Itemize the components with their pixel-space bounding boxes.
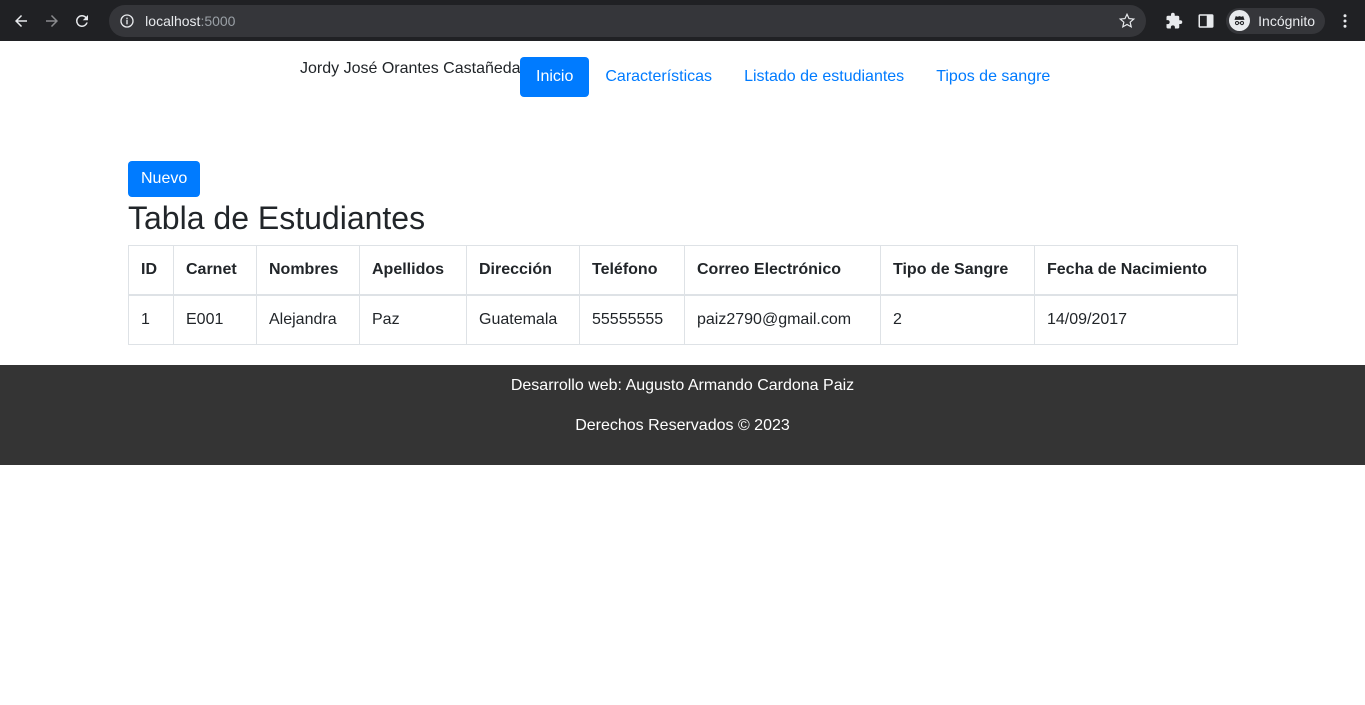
column-header-nombres: Nombres — [256, 245, 360, 296]
students-table: ID Carnet Nombres Apellidos Dirección Te… — [128, 245, 1238, 345]
column-header-telefono: Teléfono — [579, 245, 685, 296]
arrow-right-icon — [45, 14, 58, 27]
column-header-carnet: Carnet — [173, 245, 257, 296]
table-row[interactable]: 1 E001 Alejandra Paz Guatemala 55555555 … — [128, 294, 1238, 345]
main-nav: Inicio Características Listado de estudi… — [520, 57, 1066, 97]
extensions-button[interactable] — [1158, 7, 1190, 35]
cell-fecha-nacimiento: 14/09/2017 — [1034, 294, 1238, 345]
side-panel-button[interactable] — [1190, 7, 1222, 35]
footer-credit: Desarrollo web: Augusto Armando Cardona … — [510, 377, 855, 394]
incognito-badge[interactable]: Incógnito — [1226, 7, 1325, 34]
cell-nombres: Alejandra — [256, 294, 360, 345]
browser-menu-button[interactable] — [1333, 7, 1357, 35]
nav-item-tipos-sangre[interactable]: Tipos de sangre — [920, 57, 1066, 97]
back-button[interactable] — [8, 7, 34, 35]
side-panel-icon — [1198, 13, 1214, 28]
incognito-icon — [1229, 10, 1251, 31]
column-header-id: ID — [128, 245, 174, 296]
site-footer: Desarrollo web: Augusto Armando Cardona … — [0, 365, 1365, 465]
site-header: Jordy José Orantes Castañeda Inicio Cara… — [0, 41, 1365, 149]
column-header-correo: Correo Electrónico — [684, 245, 881, 296]
bookmark-star-icon[interactable] — [1118, 12, 1136, 30]
main-content: Nuevo Tabla de Estudiantes ID Carnet Nom… — [128, 161, 1238, 345]
info-icon[interactable] — [119, 13, 135, 29]
column-header-tipo-sangre: Tipo de Sangre — [880, 245, 1035, 296]
cell-tipo-sangre: 2 — [880, 294, 1035, 345]
reload-button[interactable] — [69, 7, 95, 35]
column-header-apellidos: Apellidos — [359, 245, 467, 296]
url-host: localhost — [145, 12, 201, 29]
puzzle-icon — [1166, 12, 1183, 28]
reload-icon — [75, 14, 88, 27]
cell-carnet: E001 — [173, 294, 257, 345]
footer-copyright: Derechos Reservados © 2023 — [575, 417, 790, 434]
cell-direccion: Guatemala — [466, 294, 580, 345]
url-port: :5000 — [200, 12, 236, 29]
new-student-button[interactable]: Nuevo — [128, 161, 201, 197]
nav-item-inicio[interactable]: Inicio — [520, 57, 590, 97]
more-vert-icon — [1343, 13, 1347, 28]
cell-telefono: 55555555 — [579, 294, 685, 345]
cell-apellidos: Paz — [359, 294, 467, 345]
arrow-left-icon — [15, 14, 28, 27]
page-title: Tabla de Estudiantes — [128, 200, 426, 236]
nav-item-listado-estudiantes[interactable]: Listado de estudiantes — [728, 57, 920, 97]
cell-correo: paiz2790@gmail.com — [684, 294, 881, 345]
column-header-fecha-nacimiento: Fecha de Nacimiento — [1034, 245, 1238, 296]
browser-toolbar: localhost:5000 Incógnito — [0, 0, 1365, 41]
forward-button[interactable] — [38, 7, 64, 35]
address-bar[interactable]: localhost:5000 — [109, 4, 1147, 37]
brand-name: Jordy José Orantes Castañeda — [300, 60, 521, 77]
nav-item-caracteristicas[interactable]: Características — [589, 57, 728, 97]
table-header-row: ID Carnet Nombres Apellidos Dirección Te… — [128, 245, 1238, 296]
incognito-label: Incógnito — [1258, 12, 1315, 29]
cell-id: 1 — [128, 294, 174, 345]
column-header-direccion: Dirección — [466, 245, 580, 296]
